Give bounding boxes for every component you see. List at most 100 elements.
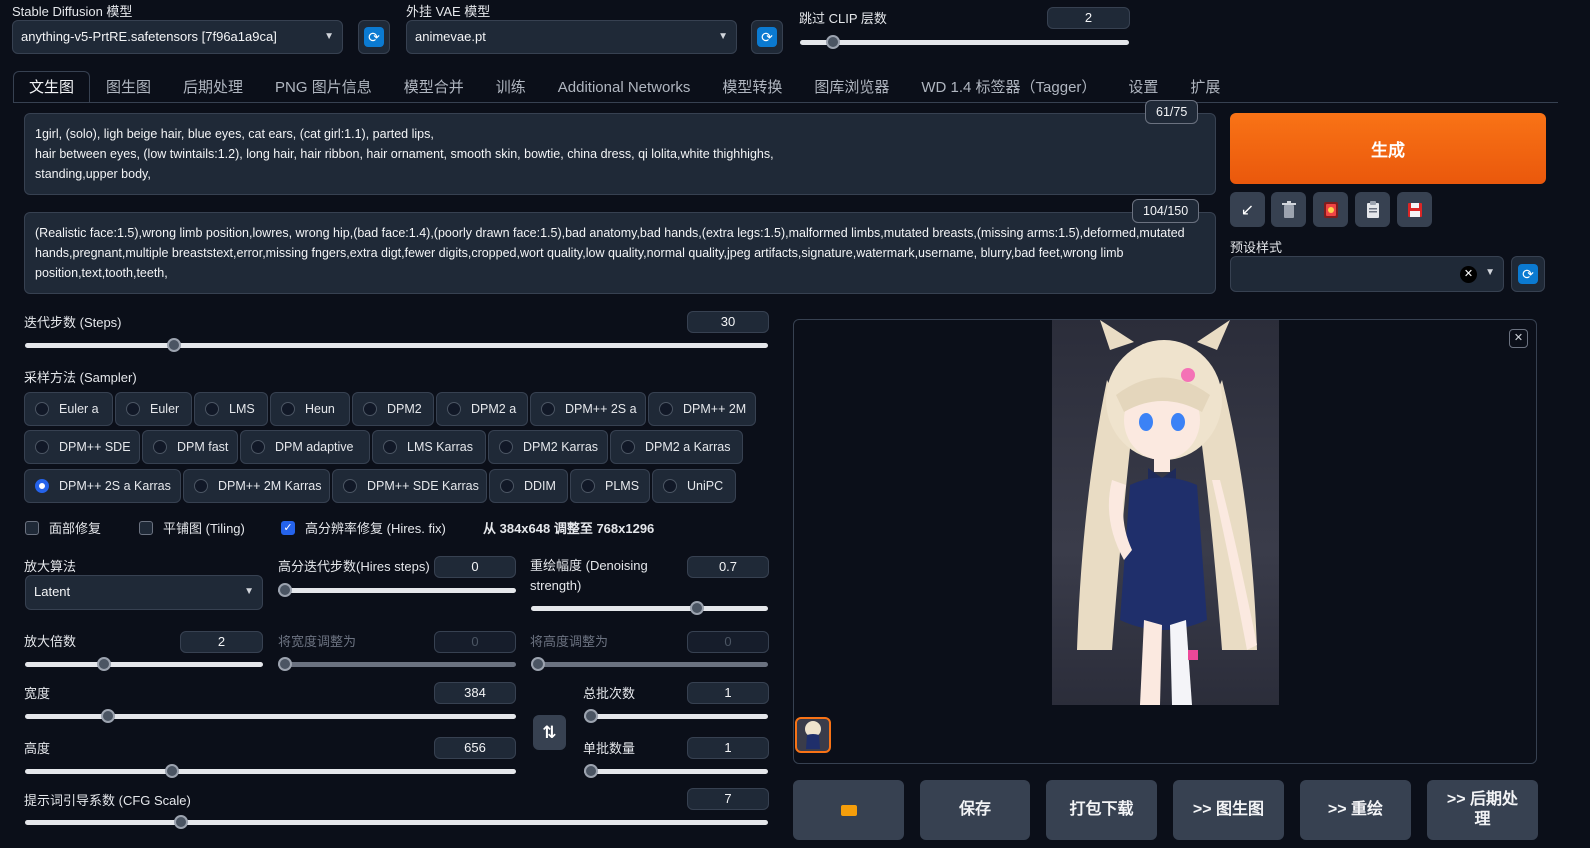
styles-select[interactable]: ✕ ▼ <box>1230 256 1504 292</box>
tiling-checkbox[interactable]: 平铺图 (Tiling) <box>139 518 245 537</box>
hires-steps-slider[interactable] <box>278 583 516 597</box>
sampler-option[interactable]: LMS <box>194 392 268 426</box>
slider-thumb[interactable] <box>174 815 189 829</box>
sampler-option[interactable]: UniPC <box>652 469 736 503</box>
sampler-option[interactable]: DPM2 <box>352 392 434 426</box>
send-to-extras-button[interactable]: >> 后期处理 <box>1427 780 1538 840</box>
sampler-option[interactable]: DPM fast <box>142 430 238 464</box>
save-button[interactable]: 保存 <box>920 780 1030 840</box>
slider-thumb[interactable] <box>101 709 116 723</box>
send-to-inpaint-button[interactable]: >> 重绘 <box>1300 780 1411 840</box>
denoise-slider[interactable] <box>531 601 768 615</box>
tab-train[interactable]: 训练 <box>480 71 542 103</box>
denoise-input[interactable]: 0.7 <box>687 556 769 578</box>
tab-img2img[interactable]: 图生图 <box>90 71 167 103</box>
upscale-by-slider[interactable] <box>25 657 263 671</box>
hires-steps-input[interactable]: 0 <box>434 556 516 578</box>
tab-tagger[interactable]: WD 1.4 标签器（Tagger） <box>905 71 1112 103</box>
sampler-option[interactable]: DPM++ 2S a Karras <box>24 469 181 503</box>
sampler-option[interactable]: DPM++ 2M Karras <box>183 469 330 503</box>
send-to-img2img-button[interactable]: >> 图生图 <box>1173 780 1284 840</box>
extra-networks-button[interactable] <box>1313 192 1348 227</box>
tab-png-info[interactable]: PNG 图片信息 <box>259 71 388 103</box>
sampler-option[interactable]: DPM++ 2M <box>648 392 756 426</box>
refresh-vae-button[interactable]: ⟳ <box>751 20 783 54</box>
slider-thumb[interactable] <box>531 657 545 671</box>
sampler-option[interactable]: Heun <box>270 392 350 426</box>
batch-count-input[interactable]: 1 <box>687 682 769 704</box>
batch-count-slider[interactable] <box>584 709 768 723</box>
width-input[interactable]: 384 <box>434 682 516 704</box>
sampler-option[interactable]: DPM2 Karras <box>488 430 608 464</box>
height-input[interactable]: 656 <box>434 737 516 759</box>
sampler-option[interactable]: Euler a <box>24 392 113 426</box>
clip-slider[interactable] <box>800 35 1129 49</box>
upscaler-select[interactable]: Latent ▼ <box>25 575 263 610</box>
sampler-option[interactable]: LMS Karras <box>372 430 486 464</box>
apply-style-button[interactable] <box>1355 192 1390 227</box>
sampler-option[interactable]: DDIM <box>489 469 568 503</box>
steps-input[interactable]: 30 <box>687 311 769 333</box>
steps-slider[interactable] <box>25 338 768 352</box>
tab-image-browser[interactable]: 图库浏览器 <box>798 71 905 103</box>
sampler-option[interactable]: DPM++ SDE Karras <box>332 469 487 503</box>
slider-thumb[interactable] <box>165 764 180 778</box>
resize-height-label: 将高度调整为 <box>530 634 609 649</box>
slider-thumb[interactable] <box>584 764 598 778</box>
cfg-slider[interactable] <box>25 815 768 829</box>
gallery-thumbnail[interactable] <box>795 717 831 753</box>
slider-thumb[interactable] <box>278 657 292 671</box>
cfg-input[interactable]: 7 <box>687 788 769 810</box>
refresh-styles-button[interactable]: ⟳ <box>1511 256 1545 292</box>
swap-dimensions-button[interactable]: ⇅ <box>533 715 566 750</box>
open-folder-button[interactable] <box>793 780 904 840</box>
sampler-option[interactable]: DPM++ 2S a <box>530 392 646 426</box>
sampler-option[interactable]: DPM adaptive <box>240 430 370 464</box>
refresh-model-button[interactable]: ⟳ <box>358 20 390 54</box>
model-select[interactable]: anything-v5-PrtRE.safetensors [7f96a1a9c… <box>12 20 343 54</box>
tab-txt2img[interactable]: 文生图 <box>13 71 91 103</box>
sampler-option[interactable]: DPM++ SDE <box>24 430 140 464</box>
resize-height-input[interactable]: 0 <box>687 631 769 653</box>
close-icon[interactable]: ✕ <box>1509 329 1528 348</box>
slider-thumb[interactable] <box>278 583 292 597</box>
negative-prompt-input[interactable]: (Realistic face:1.5),wrong limb position… <box>24 212 1216 294</box>
tab-extras[interactable]: 后期处理 <box>167 71 259 103</box>
tab-merge[interactable]: 模型合并 <box>388 71 480 103</box>
slider-thumb[interactable] <box>825 35 840 49</box>
sampler-option[interactable]: DPM2 a <box>436 392 528 426</box>
sampler-option[interactable]: DPM2 a Karras <box>610 430 743 464</box>
save-style-button[interactable] <box>1397 192 1432 227</box>
slider-thumb[interactable] <box>584 709 598 723</box>
face-restore-checkbox[interactable]: 面部修复 <box>25 518 101 537</box>
height-slider[interactable] <box>25 764 516 778</box>
slider-thumb[interactable] <box>689 601 704 615</box>
batch-size-slider[interactable] <box>584 764 768 778</box>
tab-additional-networks[interactable]: Additional Networks <box>542 71 707 103</box>
tab-extensions[interactable]: 扩展 <box>1174 71 1236 103</box>
read-params-button[interactable]: ↙ <box>1230 192 1265 227</box>
hires-fix-checkbox[interactable]: ✓ 高分辨率修复 (Hires. fix) <box>281 518 446 537</box>
resize-width-slider[interactable] <box>278 657 516 671</box>
clear-prompt-button[interactable] <box>1271 192 1306 227</box>
zip-download-button[interactable]: 打包下载 <box>1046 780 1157 840</box>
sampler-option[interactable]: Euler <box>115 392 192 426</box>
tab-model-convert[interactable]: 模型转换 <box>706 71 798 103</box>
positive-prompt-input[interactable]: 1girl, (solo), ligh beige hair, blue eye… <box>24 113 1216 195</box>
upscale-by-input[interactable]: 2 <box>180 631 263 653</box>
resize-height-slider[interactable] <box>531 657 768 671</box>
generated-image[interactable] <box>1052 320 1279 705</box>
generate-button[interactable]: 生成 <box>1230 113 1546 184</box>
slider-thumb[interactable] <box>166 338 181 352</box>
clear-icon[interactable]: ✕ <box>1460 266 1477 283</box>
sampler-option[interactable]: PLMS <box>570 469 650 503</box>
batch-size-label: 单批数量 <box>583 741 636 756</box>
tab-settings[interactable]: 设置 <box>1112 71 1174 103</box>
slider-thumb[interactable] <box>96 657 111 671</box>
batch-size-input[interactable]: 1 <box>687 737 769 759</box>
resize-width-input[interactable]: 0 <box>434 631 516 653</box>
vae-select[interactable]: animevae.pt ▼ <box>406 20 737 54</box>
clip-value-input[interactable]: 2 <box>1047 7 1130 29</box>
resize-note: 从 384x648 调整至 768x1296 <box>483 521 655 536</box>
width-slider[interactable] <box>25 709 516 723</box>
